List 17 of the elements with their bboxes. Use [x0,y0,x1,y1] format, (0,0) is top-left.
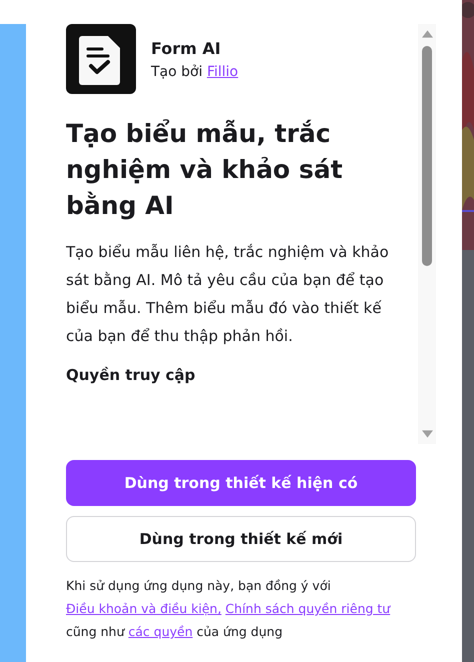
section-title: Quyền truy cập [66,366,196,384]
scrollbar[interactable] [418,24,436,444]
terms-link[interactable]: Chính sách quyền riêng tư [225,601,390,616]
use-in-new-design-button[interactable]: Dùng trong thiết kế mới [66,516,416,562]
terms-notice: Khi sử dụng ứng dụng này, bạn đồng ý với Điều khoản và điều kiện, Chính sách quyền riêng tư cũng như các quyền của ứng dụng [66,577,392,641]
scrollbar-thumb[interactable] [422,46,432,266]
form-check-icon [66,24,136,94]
terms-link[interactable]: Điều khoản và điều kiện, [66,601,222,616]
scroll-down-icon[interactable] [422,430,432,438]
author-link[interactable]: Fillio [206,64,238,80]
terms-link[interactable]: các quyền [128,624,193,639]
byline: Tạo bởi [151,64,202,80]
app-name: Form AI [151,38,222,58]
use-in-existing-design-button[interactable]: Dùng trong thiết kế hiện có [66,460,416,506]
app-heading: Tạo biểu mẫu, trắc nghiệm và khảo sát bằng AI [66,118,344,222]
scroll-up-icon[interactable] [422,30,432,38]
app-description: Tạo biểu mẫu liên hệ, trắc nghiệm và khảo sát bằng AI. Mô tả yêu cầu của bạn để tạo biểu mẫu. Thêm biểu mẫu đó vào thiết kế của bạn để thu thập phản hồi. [66,242,390,347]
